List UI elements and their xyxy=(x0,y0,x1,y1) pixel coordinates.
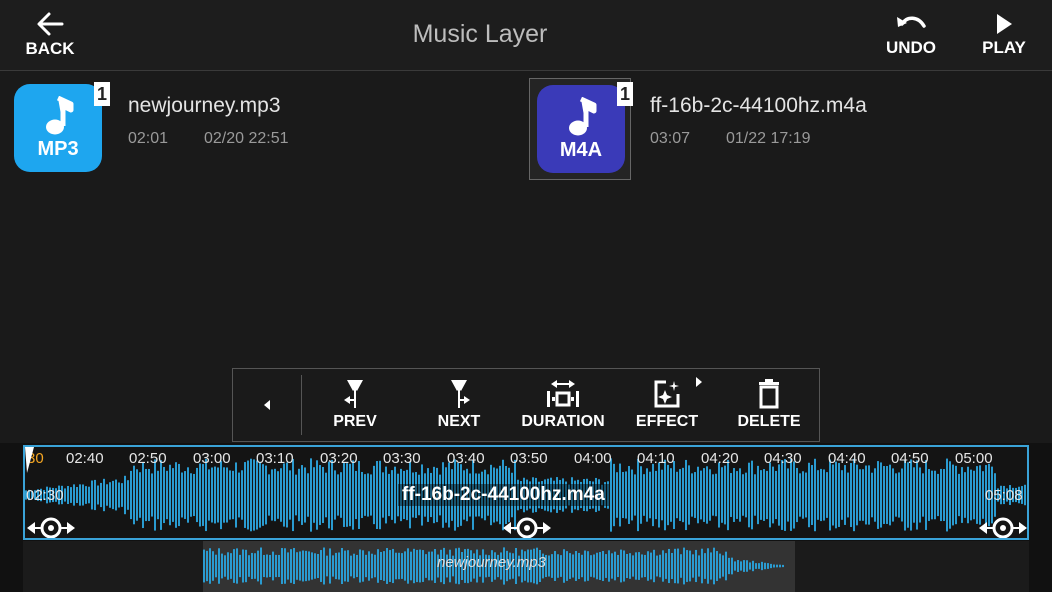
next-label: NEXT xyxy=(437,413,481,430)
toolbar-scroll-left-button[interactable] xyxy=(233,369,301,441)
time-tick: 04:30 xyxy=(764,450,802,467)
count-badge: 1 xyxy=(617,82,633,106)
file-duration: 03:07 xyxy=(650,130,691,147)
file-name: ff-16b-2c-44100hz.m4a xyxy=(650,94,867,117)
count-badge: 1 xyxy=(94,82,110,106)
trim-handle-left-icon[interactable] xyxy=(25,517,77,539)
time-tick: 05:00 xyxy=(955,450,993,467)
file-date: 01/22 17:19 xyxy=(726,130,811,147)
clip-name: ff-16b-2c-44100hz.m4a xyxy=(398,484,609,506)
m4a-file-thumbnail: M4A xyxy=(537,85,625,173)
next-marker-icon xyxy=(451,380,470,408)
undo-button[interactable]: UNDO xyxy=(880,0,942,70)
prev-marker-icon xyxy=(344,380,363,408)
time-ruler: 30 02:40 02:50 03:00 03:10 03:20 03:30 0… xyxy=(25,447,1027,471)
time-tick: 04:20 xyxy=(701,450,739,467)
next-button[interactable]: NEXT xyxy=(409,369,509,441)
time-tick: 03:10 xyxy=(256,450,294,467)
page-title: Music Layer xyxy=(412,20,548,48)
clip-name: newjourney.mp3 xyxy=(437,554,546,571)
time-tick: 03:30 xyxy=(383,450,421,467)
track-mp3[interactable]: newjourney.mp3 xyxy=(23,541,1029,592)
delete-button[interactable]: DELETE xyxy=(719,369,819,441)
delete-label: DELETE xyxy=(737,413,801,430)
play-label: PLAY xyxy=(982,38,1026,57)
duration-label: DURATION xyxy=(521,413,605,430)
trim-handle-right-icon[interactable] xyxy=(977,517,1029,539)
file-date: 02/20 22:51 xyxy=(204,130,289,147)
time-tick: 03:40 xyxy=(447,450,485,467)
header-bar: BACK Music Layer UNDO PLAY xyxy=(0,0,1052,71)
music-note-icon xyxy=(569,96,597,135)
file-item-m4a[interactable]: M4A 1 ff-16b-2c-44100hz.m4a 03:07 01/22 … xyxy=(529,78,1009,182)
clip-start-time: 02:30 xyxy=(26,487,64,504)
play-button[interactable]: PLAY xyxy=(976,0,1032,70)
duration-button[interactable]: DURATION xyxy=(513,369,613,441)
prev-label: PREV xyxy=(333,413,377,430)
toolbar-divider xyxy=(301,375,302,435)
file-name: newjourney.mp3 xyxy=(128,94,281,117)
effect-label: EFFECT xyxy=(635,413,699,430)
submenu-caret-icon xyxy=(696,377,702,387)
time-tick: 04:10 xyxy=(637,450,675,467)
time-tick: 03:20 xyxy=(320,450,358,467)
prev-button[interactable]: PREV xyxy=(305,369,405,441)
play-icon xyxy=(997,14,1012,34)
undo-label: UNDO xyxy=(885,38,937,57)
undo-icon xyxy=(897,16,926,28)
time-tick: 04:00 xyxy=(574,450,612,467)
timeline[interactable]: 30 02:40 02:50 03:00 03:10 03:20 03:30 0… xyxy=(0,443,1052,592)
time-tick: 02:50 xyxy=(129,450,167,467)
effect-sparkle-icon xyxy=(654,380,680,408)
time-tick: 04:40 xyxy=(828,450,866,467)
time-tick: 02:40 xyxy=(66,450,104,467)
time-tick: 03:00 xyxy=(193,450,231,467)
file-ext-label: MP3 xyxy=(37,137,79,160)
duration-icon xyxy=(547,380,579,407)
file-item-mp3[interactable]: MP3 1 newjourney.mp3 02:01 02/20 22:51 xyxy=(10,78,490,182)
mp3-file-thumbnail: MP3 xyxy=(14,84,102,172)
split-handle-icon[interactable] xyxy=(501,517,553,539)
file-ext-label: M4A xyxy=(559,138,603,161)
edit-toolbar: PREV NEXT DURATION EFFECT DELETE xyxy=(232,368,820,442)
clip-end-time: 05:08 xyxy=(985,487,1023,504)
caret-left-icon xyxy=(264,400,270,410)
music-note-icon xyxy=(46,95,74,134)
trash-icon xyxy=(759,379,779,409)
time-tick: 04:50 xyxy=(891,450,929,467)
time-tick: 03:50 xyxy=(510,450,548,467)
file-duration: 02:01 xyxy=(128,130,169,147)
playhead-marker[interactable] xyxy=(25,447,35,473)
track-m4a[interactable]: 30 02:40 02:50 03:00 03:10 03:20 03:30 0… xyxy=(23,445,1029,540)
